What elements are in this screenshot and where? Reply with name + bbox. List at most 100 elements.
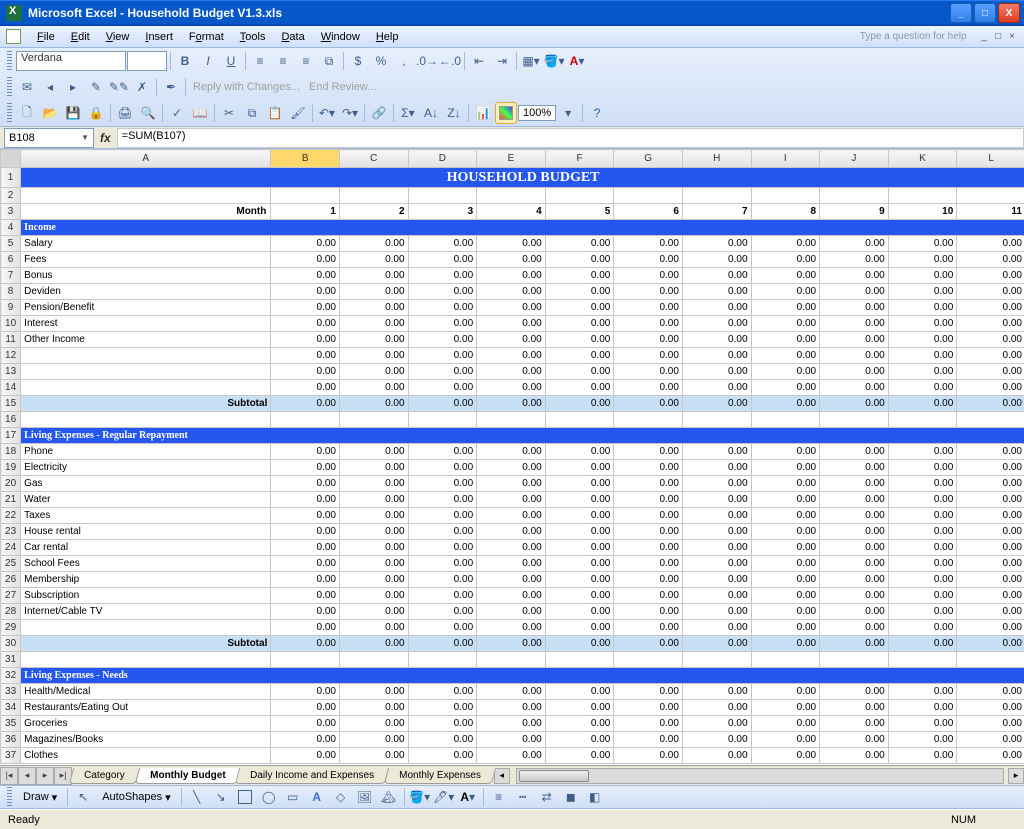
grid-cell[interactable]: 0.00 <box>271 588 340 604</box>
grid-cell[interactable]: 0.00 <box>957 268 1024 284</box>
grid-cell[interactable]: 0.00 <box>888 508 957 524</box>
grid-cell[interactable]: 0.00 <box>614 316 683 332</box>
grid-cell[interactable]: 0.00 <box>271 540 340 556</box>
row-label[interactable]: Clothes <box>21 748 271 764</box>
grid-cell[interactable]: 0.00 <box>477 732 546 748</box>
grid-cell[interactable]: 0.00 <box>682 364 751 380</box>
grid-cell[interactable]: 0.00 <box>751 364 820 380</box>
grid-cell[interactable]: 0.00 <box>545 268 614 284</box>
grid-cell[interactable] <box>545 188 614 204</box>
grid-cell[interactable] <box>271 412 340 428</box>
row-header-21[interactable]: 21 <box>1 492 21 508</box>
grid-cell[interactable]: 0.00 <box>888 492 957 508</box>
row-header-29[interactable]: 29 <box>1 620 21 636</box>
row-header-19[interactable]: 19 <box>1 460 21 476</box>
row-label[interactable]: Electricity <box>21 460 271 476</box>
row-label[interactable]: Car rental <box>21 540 271 556</box>
insert-function-button[interactable]: fx <box>94 131 117 145</box>
month-header-1[interactable]: 1 <box>271 204 340 220</box>
hscroll-left-button[interactable]: ◂ <box>494 768 510 784</box>
grid-cell[interactable]: 0.00 <box>271 236 340 252</box>
minimize-button[interactable]: _ <box>950 3 972 23</box>
month-header-11[interactable]: 11 <box>957 204 1024 220</box>
grid-cell[interactable]: 0.00 <box>682 444 751 460</box>
month-header-10[interactable]: 10 <box>888 204 957 220</box>
col-header-J[interactable]: J <box>820 150 889 168</box>
grid-cell[interactable]: 0.00 <box>477 620 546 636</box>
col-header-F[interactable]: F <box>545 150 614 168</box>
grid-cell[interactable]: 0.00 <box>820 348 889 364</box>
section-header[interactable]: Living Expenses - Regular Repayment <box>21 428 1024 444</box>
grid-cell[interactable]: 0.00 <box>545 300 614 316</box>
sheet-tab[interactable]: Category <box>69 768 140 784</box>
grid-cell[interactable]: 0.00 <box>682 636 751 652</box>
grid-cell[interactable]: 0.00 <box>957 732 1024 748</box>
grid-cell[interactable]: 0.00 <box>271 380 340 396</box>
grid-cell[interactable]: 0.00 <box>408 316 477 332</box>
grid-cell[interactable] <box>339 652 408 668</box>
grid-cell[interactable]: 0.00 <box>271 476 340 492</box>
month-header-8[interactable]: 8 <box>751 204 820 220</box>
arrow-button[interactable]: ↘ <box>210 786 232 808</box>
grid-cell[interactable]: 0.00 <box>339 396 408 412</box>
grid-cell[interactable]: 0.00 <box>614 444 683 460</box>
menu-window[interactable]: Window <box>313 29 368 45</box>
row-header-34[interactable]: 34 <box>1 700 21 716</box>
grid-cell[interactable]: 0.00 <box>477 716 546 732</box>
grid-cell[interactable]: 0.00 <box>888 684 957 700</box>
grid-cell[interactable]: 0.00 <box>339 236 408 252</box>
borders-button[interactable]: ▦▾ <box>520 50 542 72</box>
paste-button[interactable]: 📋 <box>264 102 286 124</box>
grid-cell[interactable]: 0.00 <box>477 332 546 348</box>
grid-cell[interactable]: 0.00 <box>820 700 889 716</box>
grid-cell[interactable]: 0.00 <box>271 684 340 700</box>
grid-cell[interactable]: 0.00 <box>820 444 889 460</box>
grid-cell[interactable]: 0.00 <box>682 300 751 316</box>
grid-cell[interactable]: 0.00 <box>820 540 889 556</box>
grid-cell[interactable]: 0.00 <box>271 492 340 508</box>
grid-cell[interactable]: 0.00 <box>682 732 751 748</box>
sheet-tab[interactable]: Monthly Budget <box>134 768 240 784</box>
month-header-5[interactable]: 5 <box>545 204 614 220</box>
show-comment-button[interactable]: ✎ <box>85 76 107 98</box>
grid-cell[interactable]: 0.00 <box>339 364 408 380</box>
grid-cell[interactable]: 0.00 <box>545 332 614 348</box>
grid-cell[interactable]: 0.00 <box>751 284 820 300</box>
grid-cell[interactable]: 0.00 <box>545 380 614 396</box>
row-header-11[interactable]: 11 <box>1 332 21 348</box>
section-header[interactable]: Income <box>21 220 1024 236</box>
grid-cell[interactable]: 0.00 <box>957 492 1024 508</box>
grid-cell[interactable]: 0.00 <box>477 364 546 380</box>
row-label[interactable]: Bonus <box>21 268 271 284</box>
grid-cell[interactable]: 0.00 <box>545 396 614 412</box>
grid-cell[interactable]: 0.00 <box>339 588 408 604</box>
autoshapes-button[interactable]: AutoShapes ▾ <box>96 789 176 806</box>
row-header-12[interactable]: 12 <box>1 348 21 364</box>
row-label[interactable]: Groceries <box>21 716 271 732</box>
grid-cell[interactable]: 0.00 <box>751 252 820 268</box>
row-header-25[interactable]: 25 <box>1 556 21 572</box>
grid-cell[interactable]: 0.00 <box>888 524 957 540</box>
grid-cell[interactable]: 0.00 <box>271 636 340 652</box>
wordart-button[interactable]: A <box>306 786 328 808</box>
row-header-36[interactable]: 36 <box>1 732 21 748</box>
hyperlink-button[interactable]: 🔗 <box>368 102 390 124</box>
row-label[interactable]: Pension/Benefit <box>21 300 271 316</box>
line-button[interactable]: ╲ <box>186 786 208 808</box>
zoom-select[interactable]: 100% <box>518 105 556 121</box>
grid-cell[interactable]: 0.00 <box>888 252 957 268</box>
col-header-G[interactable]: G <box>614 150 683 168</box>
print-preview-button[interactable]: 🔍 <box>137 102 159 124</box>
grid-cell[interactable]: 0.00 <box>614 700 683 716</box>
grid-cell[interactable] <box>545 412 614 428</box>
chart-wizard-button[interactable]: 📊 <box>472 102 494 124</box>
grid-cell[interactable]: 0.00 <box>339 732 408 748</box>
delete-comment-button[interactable]: ✗ <box>131 76 153 98</box>
grid-cell[interactable] <box>751 652 820 668</box>
horizontal-scrollbar[interactable] <box>516 768 1004 784</box>
grid-cell[interactable]: 0.00 <box>751 236 820 252</box>
row-header-30[interactable]: 30 <box>1 636 21 652</box>
grid-cell[interactable]: 0.00 <box>408 732 477 748</box>
grid-cell[interactable]: 0.00 <box>614 524 683 540</box>
row-label[interactable]: Magazines/Books <box>21 732 271 748</box>
